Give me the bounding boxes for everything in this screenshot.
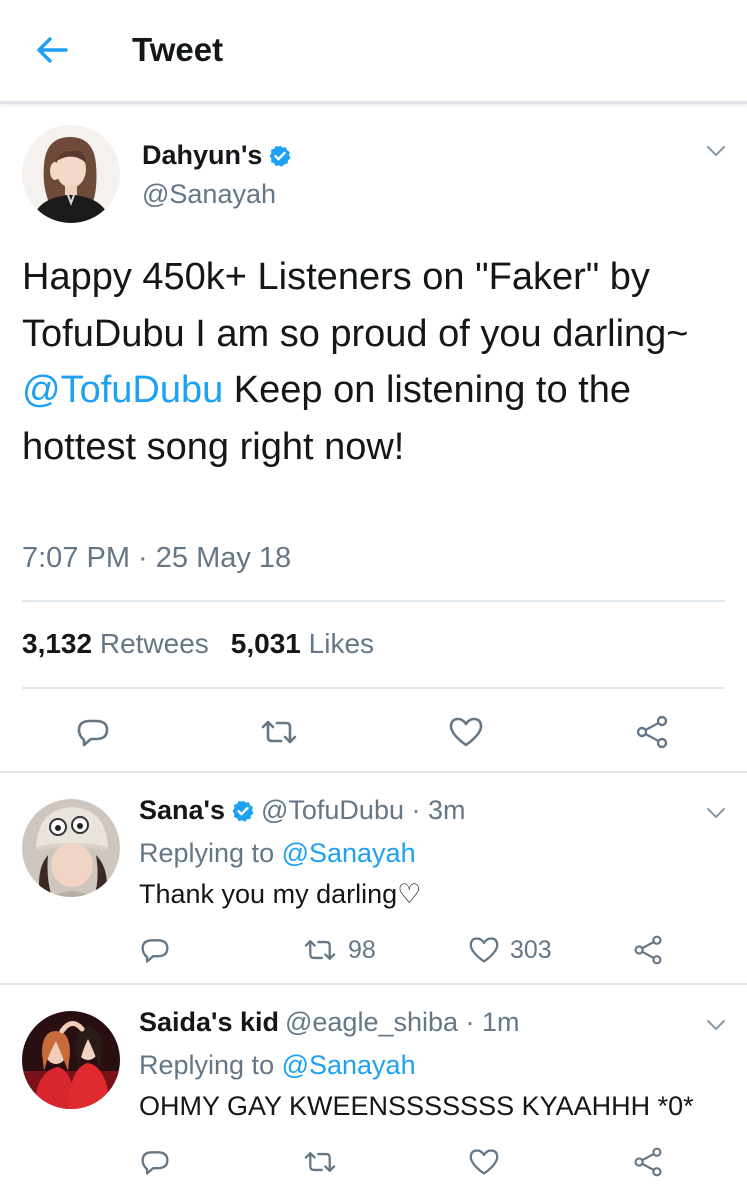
chevron-down-icon — [707, 1020, 725, 1030]
reply-icon — [141, 939, 169, 963]
reply-tweet[interactable]: Sana's @TofuDubu · 3m Replying to @Sanay… — [0, 775, 747, 985]
avatar[interactable] — [22, 125, 120, 223]
tweet-options-button[interactable] — [704, 801, 728, 825]
divider — [22, 687, 725, 689]
retweet-icon — [304, 940, 336, 960]
replying-prefix: Replying to — [139, 838, 282, 868]
likes-count: 5,031 — [230, 628, 301, 659]
reply-icon — [77, 719, 109, 747]
reply-button[interactable] — [140, 1142, 170, 1182]
share-icon — [634, 1147, 662, 1177]
avatar[interactable] — [22, 1011, 120, 1109]
heart-icon — [469, 937, 499, 963]
share-icon — [634, 935, 662, 965]
replying-to: Replying to @Sanayah — [139, 1050, 416, 1081]
author-name-row: Dahyun's — [142, 140, 292, 171]
retweet-button[interactable] — [302, 1142, 338, 1182]
reply-display-name[interactable]: Sana's — [139, 795, 225, 826]
heart-icon — [449, 717, 483, 747]
retweet-icon — [304, 1152, 336, 1172]
back-button[interactable] — [30, 30, 74, 70]
author-display-name[interactable]: Dahyun's — [142, 140, 262, 171]
verified-badge-icon — [269, 145, 291, 167]
chevron-down-icon — [707, 808, 725, 818]
reply-header: Saida's kid @eagle_shiba · 1m — [139, 1007, 520, 1038]
tweet-text-part: Happy 450k+ Listeners on "Faker" by Tofu… — [22, 256, 689, 355]
share-icon — [636, 715, 668, 749]
like-button[interactable] — [468, 1142, 500, 1182]
reply-display-name[interactable]: Saida's kid — [139, 1007, 279, 1038]
chevron-down-icon — [707, 146, 725, 156]
share-button[interactable] — [632, 930, 664, 970]
reply-button[interactable] — [73, 712, 113, 752]
reply-actions: 98 303 — [0, 930, 747, 970]
retweets-label: Retwees — [99, 628, 209, 659]
reply-icon — [141, 1151, 169, 1175]
reply-text: Thank you my darling♡ — [139, 879, 422, 909]
top-bar: Tweet — [0, 0, 747, 104]
share-button[interactable] — [632, 712, 672, 752]
replying-prefix: Replying to — [139, 1050, 282, 1080]
tweet-options-button[interactable] — [704, 1013, 728, 1037]
replying-to: Replying to @Sanayah — [139, 838, 416, 869]
retweet-button[interactable] — [259, 712, 299, 752]
reply-text: OHMY GAY KWEENSSSSSSS KYAAHHH *0* — [139, 1091, 694, 1121]
retweet-icon — [261, 720, 297, 744]
avatar[interactable] — [22, 799, 120, 897]
heart-icon — [469, 1149, 499, 1175]
tweet-stats: 3,132 Retwees 5,031 Likes — [22, 628, 374, 660]
like-button[interactable]: 303 — [468, 930, 552, 970]
replying-handle[interactable]: @Sanayah — [282, 1050, 416, 1080]
reply-tweet[interactable]: Saida's kid @eagle_shiba · 1m Replying t… — [0, 987, 747, 1200]
likes-label: Likes — [308, 628, 375, 659]
retweet-button[interactable]: 98 — [302, 930, 376, 970]
tweet-actions — [0, 710, 747, 754]
share-button[interactable] — [632, 1142, 664, 1182]
retweets-stat[interactable]: 3,132 Retwees — [22, 628, 209, 660]
avatar-photo — [22, 125, 120, 223]
reply-header: Sana's @TofuDubu · 3m — [139, 795, 465, 826]
reply-actions — [0, 1142, 747, 1182]
tweet-options-button[interactable] — [704, 139, 728, 163]
retweets-count: 3,132 — [22, 628, 93, 659]
arrow-left-icon — [37, 37, 68, 63]
page-title: Tweet — [132, 31, 224, 68]
author-handle[interactable]: @Sanayah — [142, 179, 276, 210]
main-tweet: Dahyun's @Sanayah Happy 450k+ Listeners … — [0, 106, 747, 773]
like-button[interactable] — [446, 712, 486, 752]
divider — [22, 600, 725, 602]
mention-link[interactable]: @TofuDubu — [22, 369, 223, 411]
tweet-timestamp: 7:07 PM · 25 May 18 — [22, 542, 292, 574]
avatar-photo — [22, 1011, 120, 1109]
reply-handle-time: @TofuDubu · 3m — [260, 795, 466, 825]
verified-badge-icon — [232, 800, 254, 822]
retweet-count: 98 — [348, 935, 376, 964]
tweet-text: Happy 450k+ Listeners on "Faker" by Tofu… — [22, 249, 722, 475]
like-count: 303 — [510, 935, 552, 964]
reply-button[interactable] — [140, 930, 170, 970]
avatar-photo — [22, 799, 120, 897]
replying-handle[interactable]: @Sanayah — [282, 838, 416, 868]
likes-stat[interactable]: 5,031 Likes — [231, 628, 374, 660]
reply-handle-time: @eagle_shiba · 1m — [284, 1007, 520, 1037]
